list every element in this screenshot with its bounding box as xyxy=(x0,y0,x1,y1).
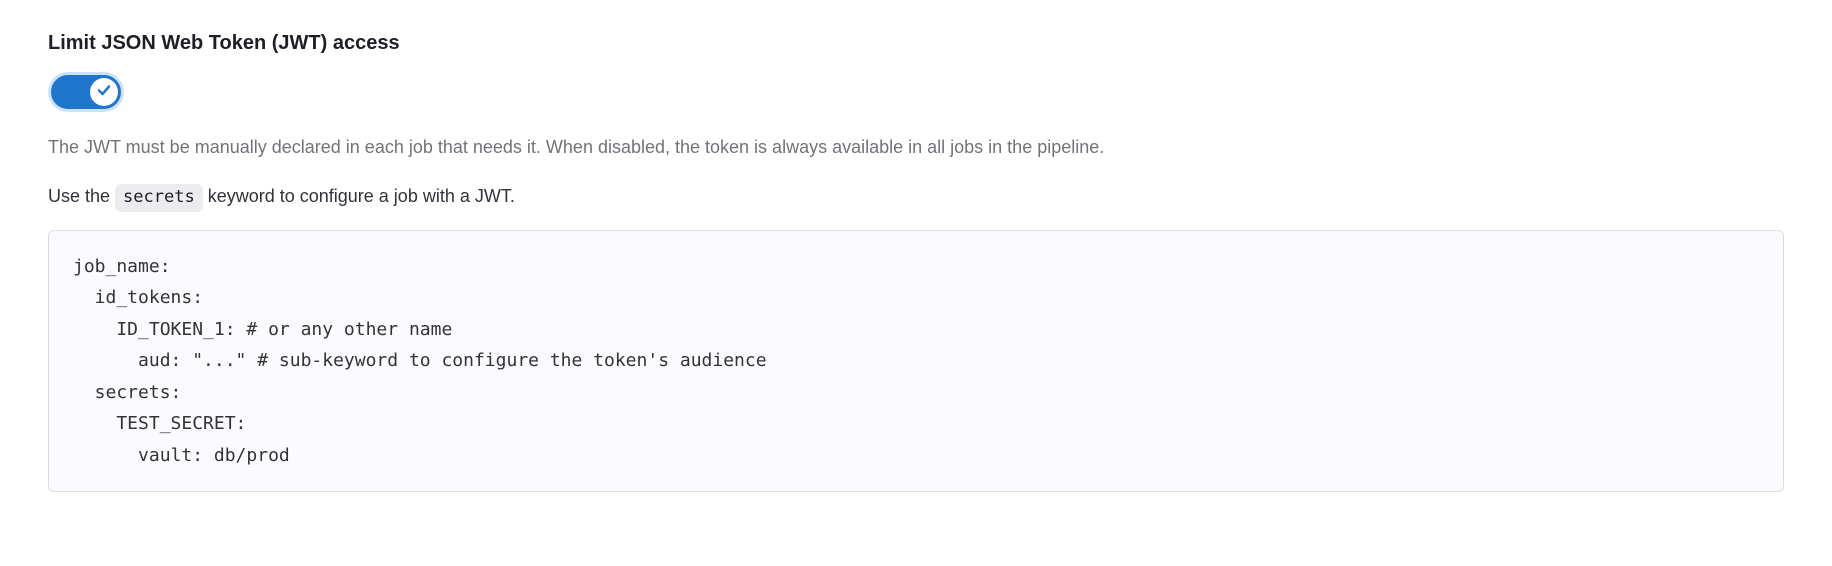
jwt-access-toggle[interactable] xyxy=(48,72,124,112)
keyword-pill: secrets xyxy=(115,184,203,212)
setting-description: The JWT must be manually declared in eac… xyxy=(48,134,1784,161)
setting-heading: Limit JSON Web Token (JWT) access xyxy=(48,28,1784,58)
instruction-suffix: keyword to configure a job with a JWT. xyxy=(203,186,515,206)
toggle-knob xyxy=(90,78,118,106)
code-example: job_name: id_tokens: ID_TOKEN_1: # or an… xyxy=(48,230,1784,493)
setting-instruction: Use the secrets keyword to configure a j… xyxy=(48,183,1784,212)
instruction-prefix: Use the xyxy=(48,186,115,206)
check-icon xyxy=(96,79,112,106)
